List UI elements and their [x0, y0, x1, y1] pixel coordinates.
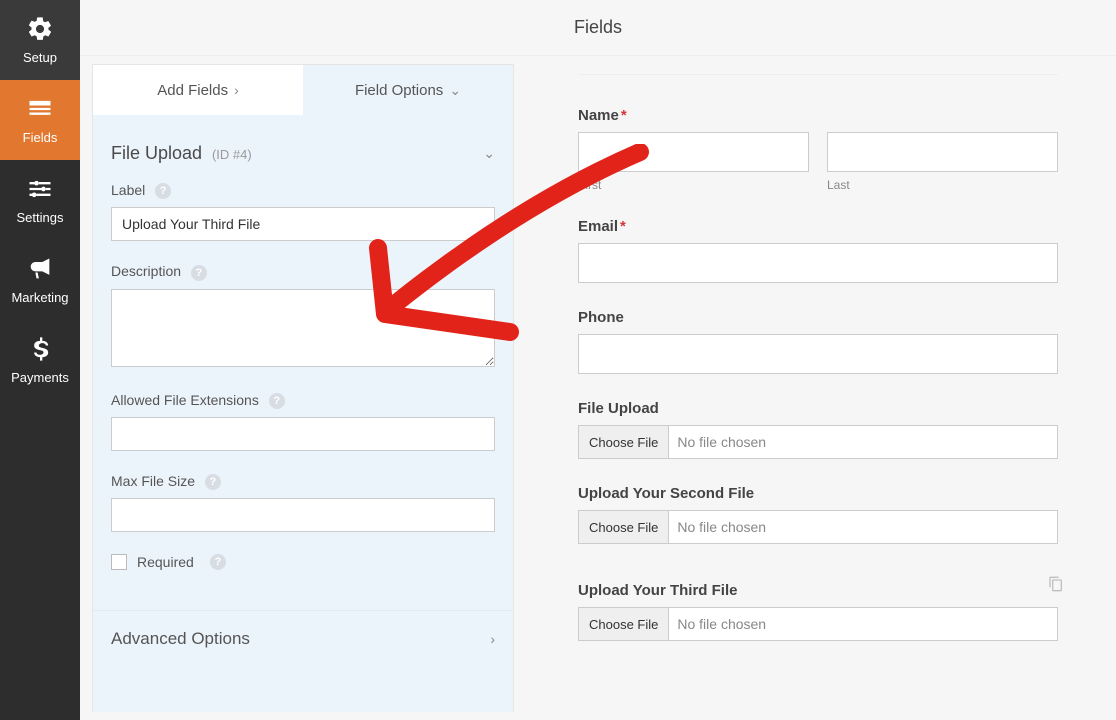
field-label: Upload Your Third File — [578, 582, 1058, 599]
file-input[interactable]: Choose File No file chosen — [578, 510, 1058, 544]
help-icon[interactable]: ? — [205, 474, 221, 490]
allowed-ext-input[interactable] — [111, 417, 495, 451]
required-label: Required — [137, 554, 194, 570]
preview-field-name[interactable]: Name* First Last — [578, 107, 1058, 192]
help-icon[interactable]: ? — [155, 183, 171, 199]
field-label: Email — [578, 218, 618, 235]
phone-input[interactable] — [578, 334, 1058, 374]
divider — [578, 74, 1058, 75]
sidebar-item-label: Fields — [23, 130, 58, 145]
file-input[interactable]: Choose File No file chosen — [578, 425, 1058, 459]
sidebar-item-setup[interactable]: Setup — [0, 0, 80, 80]
file-placeholder: No file chosen — [669, 519, 766, 535]
sublabel-first: First — [578, 178, 809, 192]
sidebar-item-fields[interactable]: Fields — [0, 80, 80, 160]
page-title: Fields — [574, 17, 622, 38]
sidebar-item-label: Payments — [11, 370, 69, 385]
panel-scroll[interactable]: Add Fields › Field Options ⌄ File Upload — [92, 64, 514, 712]
preview-field-file-1[interactable]: File Upload Choose File No file chosen — [578, 400, 1058, 459]
field-label: Phone — [578, 309, 1058, 326]
email-input[interactable] — [578, 243, 1058, 283]
topbar: Fields — [80, 0, 1116, 56]
field-label: File Upload — [578, 400, 1058, 417]
advanced-label: Advanced Options — [111, 629, 250, 649]
last-name-input[interactable] — [827, 132, 1058, 172]
preview-field-file-2[interactable]: Upload Your Second File Choose File No f… — [578, 485, 1058, 544]
bullhorn-icon — [26, 255, 54, 290]
sidebar-item-label: Settings — [17, 210, 64, 225]
preview-field-file-3[interactable]: Upload Your Third File Choose File No fi… — [566, 570, 1070, 653]
chevron-right-icon: › — [490, 631, 495, 647]
tab-label: Field Options — [355, 82, 443, 99]
label-label: Label ? — [111, 182, 495, 199]
help-icon[interactable]: ? — [191, 265, 207, 281]
panel-id: (ID #4) — [212, 147, 252, 162]
tab-add-fields[interactable]: Add Fields › — [93, 65, 303, 115]
choose-file-button[interactable]: Choose File — [579, 511, 669, 543]
form-icon — [26, 95, 54, 130]
dollar-icon — [26, 335, 54, 370]
max-size-input[interactable] — [111, 498, 495, 532]
help-icon[interactable]: ? — [269, 393, 285, 409]
sidebar-item-settings[interactable]: Settings — [0, 160, 80, 240]
chevron-right-icon: › — [234, 82, 239, 98]
preview-field-email[interactable]: Email* — [578, 218, 1058, 283]
chevron-down-icon: ⌄ — [449, 82, 461, 99]
advanced-options-toggle[interactable]: Advanced Options › — [93, 610, 513, 667]
chevron-down-icon: ⌄ — [483, 145, 495, 162]
sidebar: Setup Fields Settings Marketing Payments — [0, 0, 80, 720]
sliders-icon — [26, 175, 54, 210]
sidebar-item-label: Setup — [23, 50, 57, 65]
choose-file-button[interactable]: Choose File — [579, 608, 669, 640]
form-preview: Name* First Last — [520, 56, 1116, 720]
description-label: Description ? — [111, 263, 495, 280]
field-options-panel: Add Fields › Field Options ⌄ File Upload — [92, 64, 514, 712]
file-placeholder: No file chosen — [669, 616, 766, 632]
sidebar-item-label: Marketing — [11, 290, 68, 305]
gear-icon — [26, 15, 54, 50]
allowed-ext-label: Allowed File Extensions ? — [111, 392, 495, 409]
label-input[interactable] — [111, 207, 495, 241]
file-input[interactable]: Choose File No file chosen — [578, 607, 1058, 641]
sublabel-last: Last — [827, 178, 1058, 192]
panel-title: File Upload — [111, 143, 202, 163]
required-checkbox[interactable] — [111, 554, 127, 570]
description-input[interactable] — [111, 289, 495, 367]
file-placeholder: No file chosen — [669, 434, 766, 450]
sidebar-item-payments[interactable]: Payments — [0, 320, 80, 400]
preview-field-phone[interactable]: Phone — [578, 309, 1058, 374]
max-size-label: Max File Size ? — [111, 473, 495, 490]
first-name-input[interactable] — [578, 132, 809, 172]
tab-label: Add Fields — [157, 82, 228, 99]
duplicate-icon[interactable] — [1048, 576, 1064, 595]
panel-header[interactable]: File Upload (ID #4) ⌄ — [93, 115, 513, 182]
field-label: Upload Your Second File — [578, 485, 1058, 502]
help-icon[interactable]: ? — [210, 554, 226, 570]
required-asterisk: * — [620, 218, 626, 235]
tab-field-options[interactable]: Field Options ⌄ — [303, 65, 513, 115]
sidebar-item-marketing[interactable]: Marketing — [0, 240, 80, 320]
required-asterisk: * — [621, 107, 627, 124]
choose-file-button[interactable]: Choose File — [579, 426, 669, 458]
field-label: Name — [578, 107, 619, 124]
